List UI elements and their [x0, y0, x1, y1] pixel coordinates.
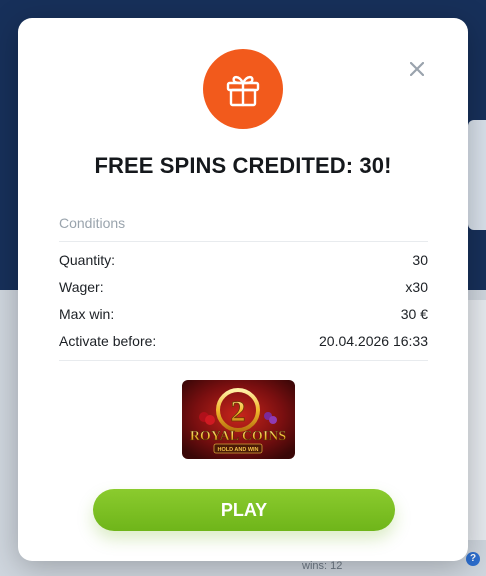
- condition-row-activate-before: Activate before: 20.04.2026 16:33: [59, 331, 428, 351]
- close-icon: [410, 62, 424, 76]
- gift-badge: [203, 49, 283, 129]
- background-card: [468, 120, 486, 230]
- game-title-number: 2: [231, 395, 246, 428]
- gift-icon: [226, 75, 260, 107]
- condition-label: Wager:: [59, 279, 104, 295]
- background-wins-text: wins: 12: [302, 560, 343, 572]
- game-artwork: 2 ROYAL COINS HOLD AND WIN: [182, 380, 295, 459]
- condition-row-wager: Wager: x30: [59, 277, 428, 297]
- close-button[interactable]: [406, 58, 428, 80]
- condition-label: Quantity:: [59, 252, 116, 268]
- conditions-label: Conditions: [59, 215, 126, 231]
- play-button[interactable]: PLAY: [93, 489, 395, 531]
- condition-value: 20.04.2026 16:33: [319, 333, 428, 349]
- game-title: ROYAL COINS: [190, 429, 287, 444]
- condition-row-max-win: Max win: 30 €: [59, 304, 428, 324]
- condition-label: Activate before:: [59, 333, 157, 349]
- condition-row-quantity: Quantity: 30: [59, 250, 428, 270]
- modal-title: FREE SPINS CREDITED: 30!: [94, 153, 392, 178]
- help-icon[interactable]: ?: [466, 552, 480, 566]
- game-subtitle: HOLD AND WIN: [217, 447, 258, 453]
- divider: [59, 241, 428, 242]
- condition-value: 30 €: [400, 306, 428, 322]
- condition-label: Max win:: [59, 306, 115, 322]
- condition-value: x30: [405, 279, 428, 295]
- condition-value: 30: [412, 252, 428, 268]
- divider: [59, 360, 428, 361]
- free-spins-modal: FREE SPINS CREDITED: 30! Conditions Quan…: [18, 18, 468, 561]
- background-sidebar: [468, 300, 486, 540]
- game-thumbnail[interactable]: 2 ROYAL COINS HOLD AND WIN: [182, 380, 295, 459]
